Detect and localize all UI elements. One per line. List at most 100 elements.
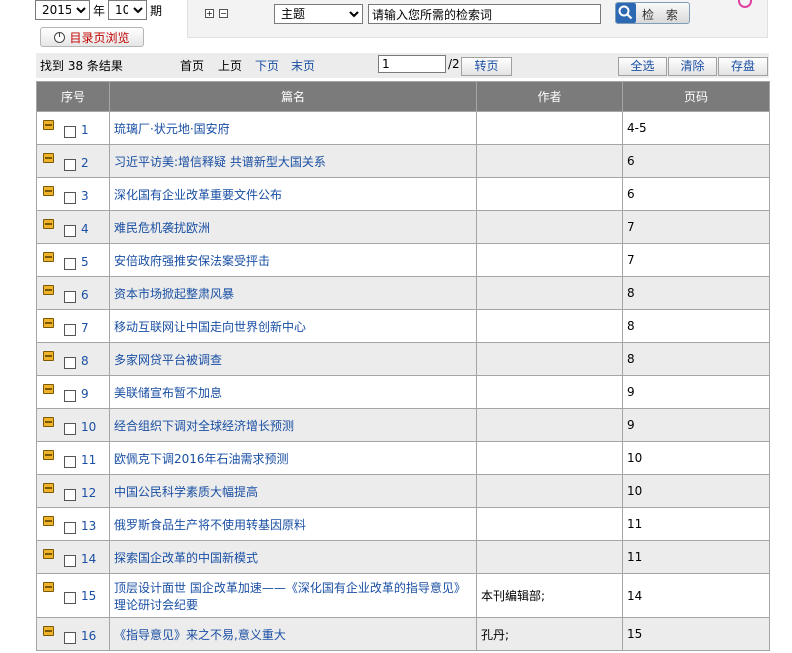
row-checkbox[interactable]: [64, 225, 76, 237]
title-cell: 安倍政府强推安保法案受抨击: [109, 243, 477, 277]
row-number-link[interactable]: 7: [81, 321, 89, 335]
author-cell: [476, 408, 623, 442]
book-icon[interactable]: [43, 186, 54, 196]
first-page-link[interactable]: 首页: [180, 57, 204, 74]
goto-page-button[interactable]: 转页: [461, 57, 512, 76]
article-title-link[interactable]: 美联储宣布暂不加息: [114, 386, 222, 400]
prev-page-link[interactable]: 上页: [218, 57, 242, 74]
author-cell: [476, 144, 623, 178]
article-title-link[interactable]: 俄罗斯食品生产将不使用转基因原料: [114, 518, 306, 532]
year-select[interactable]: 2015: [35, 0, 90, 20]
row-checkbox[interactable]: [64, 390, 76, 402]
row-number-link[interactable]: 15: [81, 589, 96, 603]
row-number-link[interactable]: 10: [81, 420, 96, 434]
row-number-link[interactable]: 11: [81, 453, 96, 467]
article-title-link[interactable]: 移动互联网让中国走向世界创新中心: [114, 320, 306, 334]
row-number-link[interactable]: 6: [81, 288, 89, 302]
book-icon[interactable]: [43, 252, 54, 262]
table-row: 14 探索国企改革的中国新模式 11: [36, 540, 770, 574]
table-row: 12 中国公民科学素质大幅提高 10: [36, 474, 770, 508]
row-checkbox[interactable]: [64, 159, 76, 171]
book-icon[interactable]: [43, 549, 54, 559]
row-checkbox[interactable]: [64, 555, 76, 567]
book-icon[interactable]: [43, 120, 54, 130]
page-cell: 11: [622, 540, 770, 574]
page-number-input[interactable]: [378, 55, 446, 73]
article-title-link[interactable]: 多家网贷平台被调查: [114, 353, 222, 367]
page-cell: 7: [622, 210, 770, 244]
last-page-link[interactable]: 末页: [291, 57, 315, 74]
row-number-link[interactable]: 3: [81, 189, 89, 203]
select-all-button[interactable]: 全选: [618, 57, 667, 76]
save-button[interactable]: 存盘: [718, 57, 768, 76]
book-icon[interactable]: [43, 417, 54, 427]
collapse-icon[interactable]: −: [219, 9, 228, 18]
article-title-link[interactable]: 探索国企改革的中国新模式: [114, 551, 258, 565]
number-cell: 9: [36, 375, 110, 409]
row-number-link[interactable]: 16: [81, 629, 96, 643]
author-cell: 本刊编辑部;: [476, 573, 623, 618]
book-icon[interactable]: [43, 450, 54, 460]
table-row: 1 琉璃厂·状元地·国安府 4-5: [36, 111, 770, 145]
book-icon[interactable]: [43, 219, 54, 229]
article-title-link[interactable]: 资本市场掀起整肃风暴: [114, 287, 234, 301]
row-number-link[interactable]: 13: [81, 519, 96, 533]
issue-select[interactable]: 10: [108, 0, 147, 20]
article-title-link[interactable]: 琉璃厂·状元地·国安府: [114, 122, 230, 136]
author-cell: [476, 375, 623, 409]
page-cell: 11: [622, 507, 770, 541]
row-checkbox[interactable]: [64, 291, 76, 303]
book-icon[interactable]: [43, 626, 54, 636]
row-number-link[interactable]: 12: [81, 486, 96, 500]
row-number-link[interactable]: 4: [81, 222, 89, 236]
article-title-link[interactable]: 中国公民科学素质大幅提高: [114, 485, 258, 499]
row-checkbox[interactable]: [64, 192, 76, 204]
row-checkbox[interactable]: [64, 258, 76, 270]
page-cell: 6: [622, 144, 770, 178]
header-number: 序号: [36, 81, 110, 112]
row-number-link[interactable]: 2: [81, 156, 89, 170]
search-button[interactable]: 检 索: [615, 2, 690, 24]
article-title-link[interactable]: 《指导意见》来之不易,意义重大: [114, 628, 286, 642]
article-title-link[interactable]: 经合组织下调对全球经济增长预测: [114, 419, 294, 433]
row-number-link[interactable]: 8: [81, 354, 89, 368]
row-checkbox[interactable]: [64, 489, 76, 501]
row-checkbox[interactable]: [64, 357, 76, 369]
number-cell: 4: [36, 210, 110, 244]
article-title-link[interactable]: 顶层设计面世 国企改革加速——《深化国有企业改革的指导意见》理论研讨会纪要: [114, 581, 466, 612]
book-icon[interactable]: [43, 582, 54, 592]
expand-icon[interactable]: +: [205, 9, 214, 18]
next-page-link[interactable]: 下页: [255, 57, 279, 74]
row-number-link[interactable]: 14: [81, 552, 96, 566]
article-title-link[interactable]: 习近平访美:增信释疑 共谱新型大国关系: [114, 155, 326, 169]
title-cell: 美联储宣布暂不加息: [109, 375, 477, 409]
catalog-browse-button[interactable]: 目录页浏览: [40, 27, 144, 47]
book-icon[interactable]: [43, 483, 54, 493]
row-checkbox[interactable]: [64, 522, 76, 534]
article-title-link[interactable]: 深化国有企业改革重要文件公布: [114, 188, 282, 202]
row-number-link[interactable]: 9: [81, 387, 89, 401]
book-icon[interactable]: [43, 318, 54, 328]
row-checkbox[interactable]: [64, 632, 76, 644]
book-icon[interactable]: [43, 351, 54, 361]
row-checkbox[interactable]: [64, 456, 76, 468]
search-field-select[interactable]: 主题: [274, 4, 363, 24]
table-row: 6 资本市场掀起整肃风暴 8: [36, 276, 770, 310]
search-input[interactable]: [368, 4, 601, 24]
clear-button[interactable]: 清除: [668, 57, 717, 76]
author-cell: [476, 441, 623, 475]
number-cell: 3: [36, 177, 110, 211]
book-icon[interactable]: [43, 384, 54, 394]
article-title-link[interactable]: 安倍政府强推安保法案受抨击: [114, 254, 270, 268]
article-title-link[interactable]: 难民危机袭扰欧洲: [114, 221, 210, 235]
article-title-link[interactable]: 欧佩克下调2016年石油需求预测: [114, 452, 289, 466]
row-number-link[interactable]: 5: [81, 255, 89, 269]
row-checkbox[interactable]: [64, 592, 76, 604]
row-checkbox[interactable]: [64, 423, 76, 435]
row-number-link[interactable]: 1: [81, 123, 89, 137]
book-icon[interactable]: [43, 153, 54, 163]
book-icon[interactable]: [43, 516, 54, 526]
row-checkbox[interactable]: [64, 126, 76, 138]
book-icon[interactable]: [43, 285, 54, 295]
row-checkbox[interactable]: [64, 324, 76, 336]
